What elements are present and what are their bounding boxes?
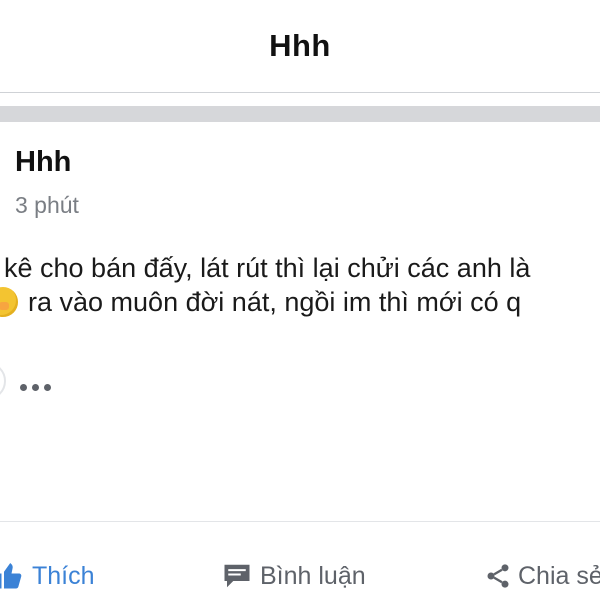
thumbs-up-icon [0,561,24,591]
post-text-line: kê cho bán đấy, lát rút thì lại chửi các… [4,253,531,283]
more-icon [20,384,27,391]
share-icon [484,562,512,590]
page: Hhh Hhh 3 phút kê cho bán đấy, lát rút t… [0,0,600,600]
page-title: Hhh [269,28,331,63]
more-options-button[interactable] [18,376,58,400]
more-icon [44,384,51,391]
post-author[interactable]: Hhh [15,146,71,179]
comment-button[interactable]: Bình luận [222,556,366,596]
share-label: Chia sẻ [518,561,600,590]
post-text-line: ra vào muôn đời nát, ngồi im thì mới có … [28,287,522,317]
post-text-line-with-emoji: ra vào muôn đời nát, ngồi im thì mới có … [0,287,521,318]
more-icon [32,384,39,391]
section-separator [0,106,600,122]
divider [0,521,600,522]
post-timestamp[interactable]: 3 phút [15,192,79,219]
avatar[interactable] [0,362,6,400]
emoji-icon [0,287,18,317]
header-bar: Hhh [0,0,600,93]
comment-icon [222,562,252,590]
like-button[interactable]: Thích [0,556,95,596]
like-label: Thích [32,561,95,590]
share-button[interactable]: Chia sẻ [484,556,600,596]
comment-label: Bình luận [260,561,366,590]
